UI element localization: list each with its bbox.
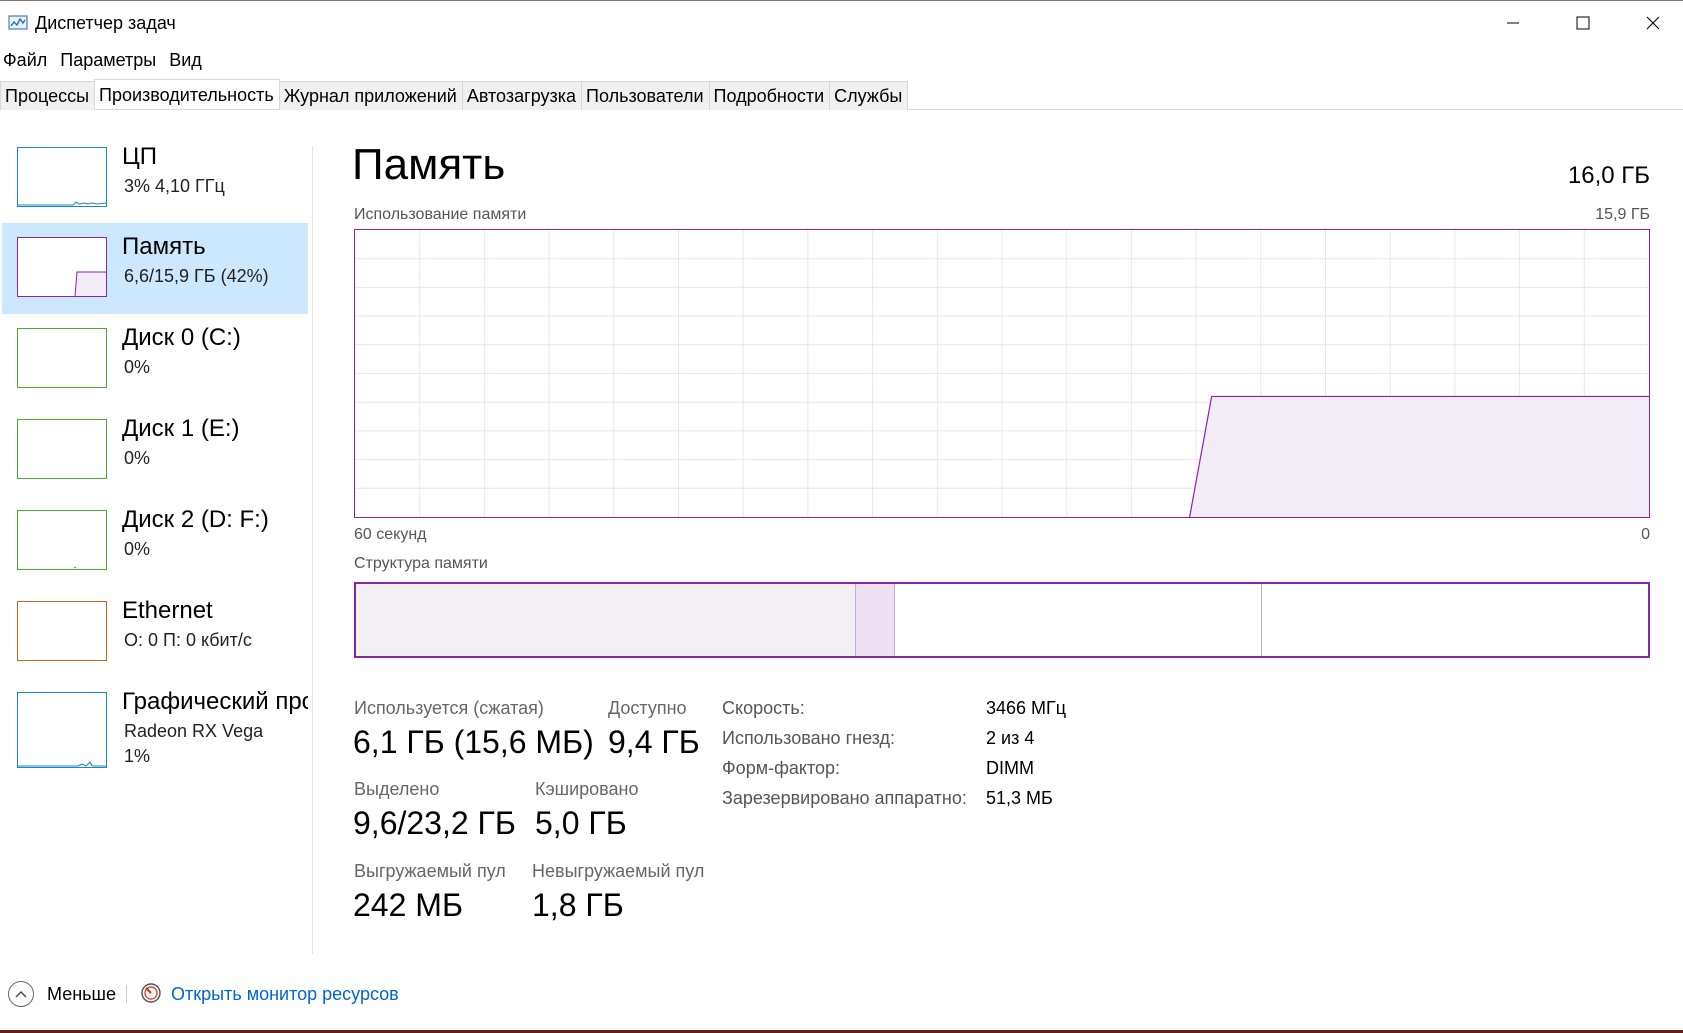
speed-value: 3466 МГц [986,698,1067,718]
cached-value: 5,0 ГБ [535,805,627,841]
minimize-icon [1507,22,1519,24]
sidebar-item-ethernet[interactable]: Ethernet О: 0 П: 0 кбит/с [2,587,308,678]
sidebar-item-subtitle: О: 0 П: 0 кбит/с [124,630,252,650]
tab-bar: Процессы Производительность Журнал прило… [0,79,1683,110]
graph-time-start: 60 секунд [354,526,427,543]
sidebar-item-disk0[interactable]: Диск 0 (C:) 0% [2,314,308,405]
minimize-button[interactable] [1478,1,1548,45]
disk2-thumbnail-graph [17,510,107,570]
sidebar-item-memory[interactable]: Память 6,6/15,9 ГБ (42%) [2,223,308,314]
title-bar [0,0,1683,46]
chevron-up-icon [15,991,27,998]
tab-users[interactable]: Пользователи [581,81,710,110]
sidebar-item-title: Диск 1 (E:) [122,415,240,442]
maximize-button[interactable] [1548,1,1618,45]
sidebar-item-title: Диск 2 (D: F:) [122,506,269,533]
composition-in-use [356,584,856,656]
total-memory: 16,0 ГБ [1567,162,1650,189]
sidebar-item-cpu[interactable]: ЦП 3% 4,10 ГГц [2,133,308,224]
panel-divider [312,146,313,954]
sidebar-item-title: ЦП [122,143,158,170]
committed-label: Выделено [354,779,440,799]
composition-standby-divider [1261,584,1262,656]
page-title: Память [352,140,506,189]
usage-graph-label: Использование памяти [354,206,527,223]
sidebar-item-title: Графический процессор [122,688,308,715]
tab-performance[interactable]: Производительность [94,79,280,109]
tab-startup[interactable]: Автозагрузка [461,81,583,110]
hardware-reserved-label: Зарезервировано аппаратно: [722,788,967,808]
sidebar-item-disk1[interactable]: Диск 1 (E:) 0% [2,405,308,496]
hardware-reserved-value: 51,3 МБ [986,788,1053,808]
in-use-label: Используется (сжатая) [354,698,544,718]
sidebar-item-subtitle: 6,6/15,9 ГБ (42%) [124,266,269,286]
ethernet-thumbnail-graph [17,601,107,661]
disk1-thumbnail-graph [17,419,107,479]
fewer-details-button[interactable] [8,981,34,1007]
cached-label: Кэшировано [535,779,639,799]
slots-label: Использовано гнезд: [722,728,896,748]
menu-file[interactable]: Файл [0,48,53,74]
memory-usage-area [1189,396,1649,517]
sidebar-item-disk2[interactable]: Диск 2 (D: F:) 0% [2,496,308,587]
sidebar-item-title: Память [122,233,206,260]
close-icon [1646,16,1660,30]
sidebar-item-gpu[interactable]: Графический процессор Radeon RX Vega 1% [2,678,308,788]
footer-divider [126,985,127,1003]
sidebar-item-title: Диск 0 (C:) [122,324,241,351]
paged-pool-value: 242 МБ [353,887,463,923]
sidebar-item-title: Ethernet [122,597,213,624]
tab-services[interactable]: Службы [829,81,909,110]
composition-modified [856,584,895,656]
paged-pool-label: Выгружаемый пул [354,861,506,881]
tab-details[interactable]: Подробности [708,81,831,110]
nonpaged-pool-label: Невыгружаемый пул [532,861,705,881]
menu-bar: Файл Параметры Вид [0,48,212,74]
sidebar-item-subtitle: 0% [124,448,151,468]
slots-value: 2 из 4 [986,728,1035,748]
graph-time-end: 0 [1641,526,1650,543]
disk0-thumbnail-graph [17,328,107,388]
menu-view[interactable]: Вид [166,48,208,74]
memory-usage-graph [354,229,1650,518]
tab-processes[interactable]: Процессы [0,81,96,110]
available-label: Доступно [608,698,687,718]
resource-sidebar: ЦП 3% 4,10 ГГц Память 6,6/15,9 ГБ (42%) … [0,133,312,933]
open-resource-monitor-link[interactable]: Открыть монитор ресурсов [171,984,399,1005]
structure-label: Структура памяти [354,555,488,572]
nonpaged-pool-value: 1,8 ГБ [532,887,624,923]
committed-value: 9,6/23,2 ГБ [353,805,516,841]
form-factor-value: DIMM [986,758,1034,778]
menu-options[interactable]: Параметры [57,48,162,74]
in-use-value: 6,1 ГБ (15,6 МБ) [353,724,594,760]
form-factor-label: Форм-фактор: [722,758,841,778]
usage-graph-max: 15,9 ГБ [1595,206,1650,223]
cpu-thumbnail-graph [17,147,107,207]
gpu-thumbnail-graph [17,692,107,768]
resource-monitor-icon[interactable] [140,982,162,1004]
memory-thumbnail-graph [17,237,107,297]
sidebar-item-subtitle: 0% [124,539,151,559]
sidebar-item-subtitle: 0% [124,357,151,377]
close-button[interactable] [1618,1,1683,45]
sidebar-item-subtitle: Radeon RX Vega [124,721,264,741]
speed-label: Скорость: [722,698,805,718]
available-value: 9,4 ГБ [608,724,700,760]
window-title: Диспетчер задач [35,13,176,33]
task-manager-icon [8,15,28,30]
maximize-icon [1576,16,1590,30]
sidebar-item-subtitle: 3% 4,10 ГГц [124,176,225,196]
memory-composition-bar [354,582,1650,658]
tab-app-history[interactable]: Журнал приложений [278,81,463,110]
fewer-details-label[interactable]: Меньше [47,984,116,1005]
sidebar-item-subtitle-2: 1% [124,746,151,766]
